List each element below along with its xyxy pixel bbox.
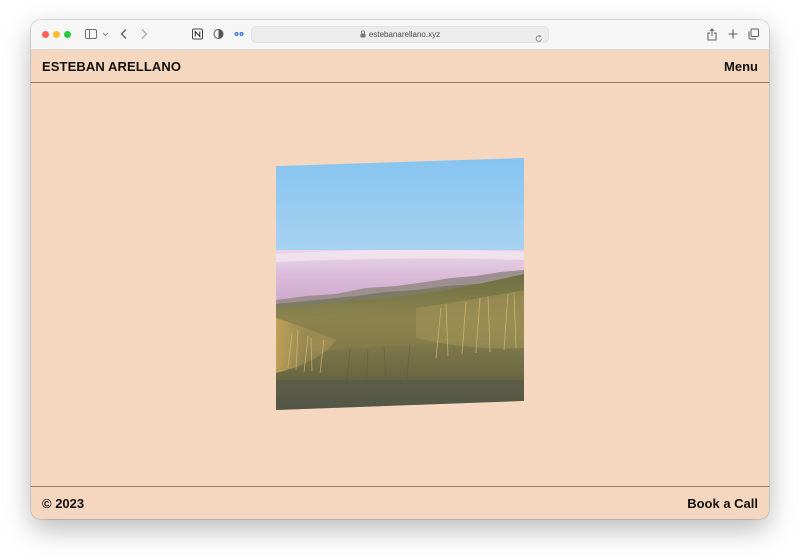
copyright-text: © 2023 bbox=[42, 496, 85, 511]
sidebar-toggle-icon[interactable] bbox=[85, 28, 97, 41]
minimize-window-button[interactable] bbox=[53, 31, 60, 38]
book-a-call-link[interactable]: Book a Call bbox=[687, 496, 758, 511]
lock-icon bbox=[360, 28, 366, 43]
url-text: estebanarellano.xyz bbox=[368, 30, 441, 39]
address-bar[interactable]: estebanarellano.xyz bbox=[251, 26, 549, 43]
hero-landscape-photo bbox=[276, 158, 524, 410]
notion-extension-icon[interactable] bbox=[192, 28, 203, 41]
site-header: ESTEBAN ARELLANO Menu bbox=[31, 50, 769, 83]
share-icon[interactable] bbox=[707, 28, 717, 41]
site-brand[interactable]: ESTEBAN ARELLANO bbox=[42, 59, 181, 74]
landscape-image bbox=[276, 158, 524, 410]
menu-button[interactable]: Menu bbox=[724, 59, 758, 74]
extension-dots-icon[interactable] bbox=[233, 28, 245, 41]
tab-overview-icon[interactable] bbox=[748, 28, 759, 41]
shield-icon[interactable] bbox=[213, 28, 224, 41]
zoom-window-button[interactable] bbox=[64, 31, 71, 38]
chevron-down-icon[interactable] bbox=[102, 28, 109, 41]
forward-icon[interactable] bbox=[140, 28, 148, 41]
close-window-button[interactable] bbox=[42, 31, 49, 38]
browser-toolbar: estebanarellano.xyz bbox=[31, 20, 769, 50]
back-icon[interactable] bbox=[120, 28, 128, 41]
browser-window: estebanarellano.xyz ESTEBAN ARELLANO Men… bbox=[31, 20, 769, 519]
new-tab-icon[interactable] bbox=[728, 28, 738, 41]
reload-icon[interactable] bbox=[535, 30, 543, 48]
site-footer: © 2023 Book a Call bbox=[31, 486, 769, 519]
